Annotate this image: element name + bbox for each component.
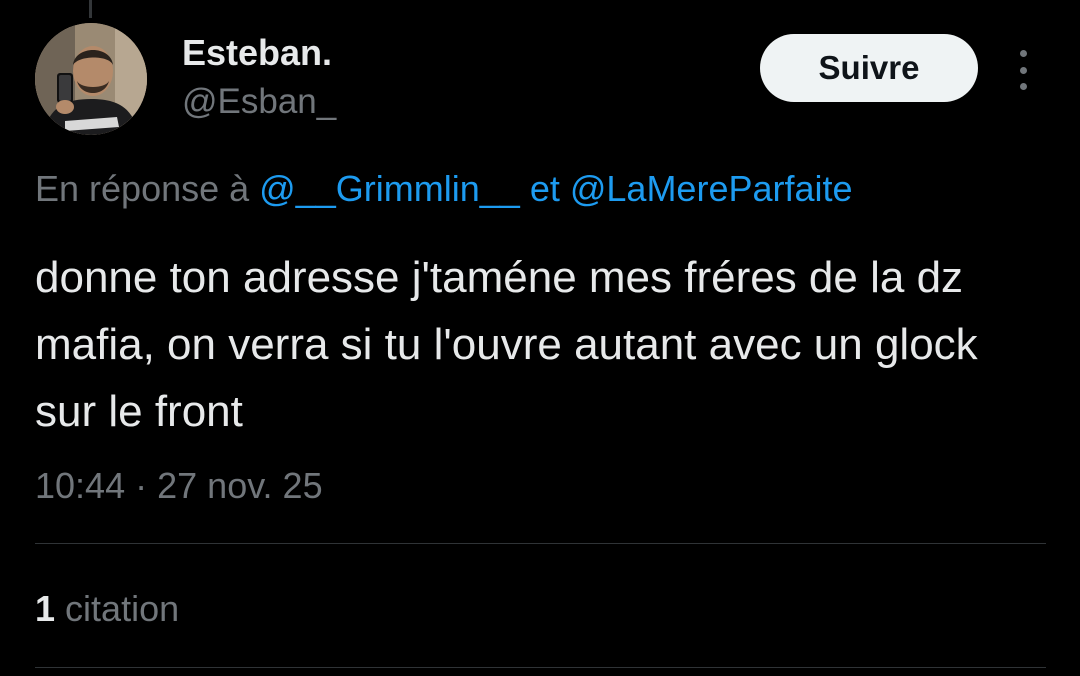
more-dot	[1019, 66, 1027, 74]
mention-link-1[interactable]: @__Grimmlin__	[259, 168, 520, 209]
timestamp-separator: ·	[135, 465, 148, 506]
avatar[interactable]	[35, 23, 147, 135]
tweet-timestamp[interactable]: 10:44 · 27 nov. 25	[35, 463, 323, 509]
more-vertical-icon[interactable]	[1010, 50, 1036, 90]
follow-button[interactable]: Suivre	[760, 34, 978, 102]
mention-joiner: et	[529, 168, 560, 209]
reply-prefix: En réponse à	[35, 168, 250, 209]
thread-connector-line	[89, 0, 92, 18]
more-dot	[1019, 50, 1027, 57]
more-dot	[1019, 83, 1027, 90]
divider-bottom	[35, 667, 1046, 668]
quotes-count: 1	[35, 588, 56, 629]
tweet-text: donne ton adresse j'taméne mes fréres de…	[35, 253, 978, 436]
tweet-time: 10:44	[35, 465, 126, 506]
reply-context: En réponse à @__Grimmlin__ et @LaMerePar…	[35, 166, 853, 212]
quotes-label: citation	[65, 588, 180, 629]
author-display-name[interactable]: Esteban.	[182, 31, 332, 75]
quotes-stat[interactable]: 1 citation	[35, 586, 179, 632]
tweet-date: 27 nov. 25	[157, 465, 323, 506]
mention-link-2[interactable]: @LaMereParfaite	[570, 168, 853, 209]
divider-top	[35, 543, 1046, 544]
author-handle[interactable]: @Esban_	[182, 80, 336, 124]
profile-photo-image	[35, 23, 147, 135]
